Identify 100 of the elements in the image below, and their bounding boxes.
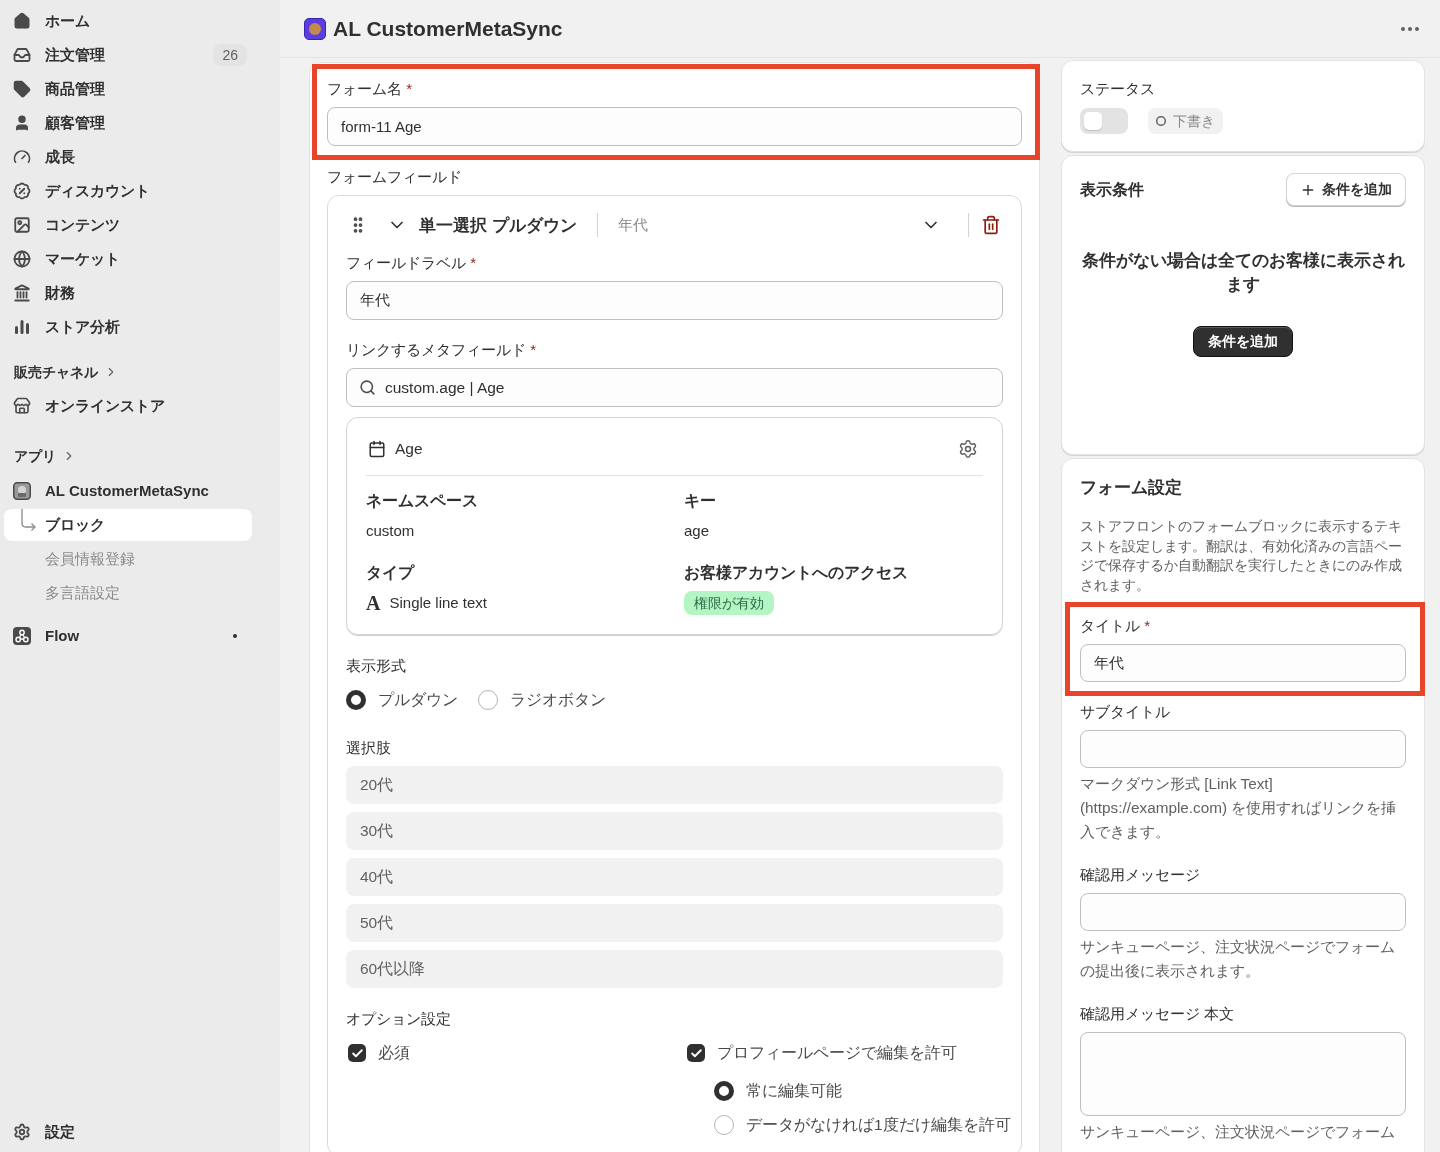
field-label: フォーム名 * — [327, 79, 413, 99]
detail-value: custom — [366, 520, 415, 541]
more-icon — [1401, 26, 1419, 31]
card-title: フォーム設定 — [1080, 477, 1183, 498]
radio-button[interactable] — [346, 690, 366, 710]
text-field[interactable]: 年代 — [1080, 644, 1406, 682]
field-label: フィールドラベル * — [346, 253, 477, 273]
nav-item[interactable]: オンラインストア — [4, 390, 252, 422]
access-badge: 権限が有効 — [684, 591, 774, 615]
field-label: 確認用メッセージ — [1080, 865, 1201, 885]
app-logo-icon — [304, 17, 326, 40]
flow-icon — [13, 627, 31, 645]
detail-value: age — [684, 520, 710, 541]
field-label: 選択肢 — [346, 738, 392, 758]
image-icon — [13, 216, 31, 234]
add-condition-button[interactable]: 条件を追加 — [1286, 173, 1406, 206]
count-badge: 26 — [213, 44, 247, 66]
textarea-field[interactable] — [1080, 1032, 1406, 1116]
app-icon — [13, 482, 31, 500]
text-field[interactable] — [1080, 730, 1406, 768]
card-description: ストアフロントのフォームブロックに表示するテキストを設定します。翻訳は、有効化済みの言語ページで保存するか自動翻訳を実行したときにのみ作成されます。 — [1080, 517, 1403, 595]
choice-field[interactable]: 60代以降 — [346, 950, 1003, 988]
trash-icon[interactable] — [981, 215, 1001, 235]
add-condition-button[interactable]: 条件を追加 — [1193, 326, 1293, 357]
settings-icon[interactable] — [958, 439, 978, 459]
empty-state-message: 条件がない場合は全てのお客様に表示されます — [1080, 250, 1406, 296]
calendar-icon — [368, 440, 386, 458]
radio-button[interactable] — [714, 1081, 734, 1101]
nav-item[interactable]: ブロック — [4, 509, 252, 541]
detail-label: お客様アカウントへのアクセス — [684, 563, 908, 583]
check-icon — [350, 1046, 364, 1060]
help-text: マークダウン形式 [Link Text] (https://example.com) を使用すればリンクを挿入できます。 — [1080, 774, 1398, 842]
nav-item[interactable]: 商品管理 — [4, 73, 252, 105]
field-label: タイトル * — [1080, 616, 1151, 636]
detail-label: タイプ — [366, 563, 414, 583]
choice-field[interactable]: 30代 — [346, 812, 1003, 850]
section-heading: フォームフィールド — [327, 167, 463, 187]
section-link[interactable]: 販売チャネル — [4, 358, 118, 386]
person-icon — [13, 114, 31, 132]
checkbox[interactable] — [687, 1044, 705, 1062]
nav-item[interactable]: Flow — [4, 620, 233, 652]
nav-item[interactable]: ストア分析 — [4, 311, 252, 343]
settings-icon — [13, 1123, 31, 1141]
field-label: 表示形式 — [346, 656, 407, 676]
bank-icon — [13, 284, 31, 302]
field-label: 確認用メッセージ 本文 — [1080, 1004, 1236, 1024]
status-text: 下書き — [1173, 111, 1215, 131]
gauge-icon — [13, 148, 31, 166]
search-icon — [359, 379, 376, 396]
nav-item[interactable]: ディスカウント — [4, 175, 252, 207]
radio-button[interactable] — [478, 690, 498, 710]
search-field[interactable]: custom.age | Age — [346, 368, 1003, 407]
tag-icon — [13, 80, 31, 98]
check-icon — [689, 1046, 703, 1060]
nav-item[interactable]: 注文管理 — [4, 39, 214, 71]
inbox-icon — [13, 46, 31, 64]
bar-chart-icon — [13, 318, 31, 336]
nav-item[interactable]: 財務 — [4, 277, 252, 309]
checkbox-label: 必須 — [378, 1043, 410, 1064]
home-icon — [13, 12, 31, 30]
radio-button[interactable] — [714, 1115, 734, 1135]
help-text: サンキューページ、注文状況ページでフォームの提出後に表示されます。 — [1080, 937, 1396, 981]
nav-item[interactable]: AL CustomerMetaSync — [4, 475, 252, 507]
globe-icon — [13, 250, 31, 268]
nav-item[interactable]: 顧客管理 — [4, 107, 252, 139]
text-type-icon: A — [366, 593, 381, 613]
field-summary: 年代 — [617, 214, 648, 235]
field-type-title: 単一選択 プルダウン — [419, 214, 577, 236]
detail-label: キー — [684, 491, 716, 511]
field-label: リンクするメタフィールド * — [346, 340, 537, 360]
radio-label: プルダウン — [378, 690, 458, 711]
field-label: サブタイトル — [1080, 702, 1171, 722]
detail-label: ネームスペース — [366, 491, 478, 511]
field-label: ステータス — [1080, 79, 1156, 99]
radio-label: 常に編集可能 — [746, 1081, 842, 1102]
choice-field[interactable]: 20代 — [346, 766, 1003, 804]
store-icon — [13, 397, 31, 415]
card-title: 表示条件 — [1080, 179, 1144, 200]
toggle-switch[interactable] — [1080, 108, 1128, 134]
field-label: オプション設定 — [346, 1009, 452, 1029]
nav-item[interactable]: マーケット — [4, 243, 252, 275]
checkbox-label: プロフィールページで編集を許可 — [717, 1043, 957, 1064]
checkbox[interactable] — [348, 1044, 366, 1062]
section-link[interactable]: アプリ — [4, 442, 76, 470]
help-text: サンキューページ、注文状況ページでフォーム — [1080, 1122, 1396, 1142]
nav-item[interactable]: ホーム — [4, 5, 252, 37]
radio-label: ラジオボタン — [510, 690, 606, 711]
detail-value: Single line text — [389, 592, 487, 613]
percent-badge-icon — [13, 182, 31, 200]
text-field[interactable]: 年代 — [346, 281, 1003, 320]
text-field[interactable]: form-11 Age — [327, 107, 1022, 146]
metafield-name: Age — [395, 439, 423, 460]
text-field[interactable] — [1080, 893, 1406, 931]
choice-field[interactable]: 40代 — [346, 858, 1003, 896]
nav-item[interactable]: 成長 — [4, 141, 252, 173]
nav-item[interactable]: コンテンツ — [4, 209, 252, 241]
choice-field[interactable]: 50代 — [346, 904, 1003, 942]
nav-item[interactable]: 設定 — [4, 1116, 252, 1148]
page-title: AL CustomerMetaSync — [333, 15, 563, 42]
radio-label: データがなければ1度だけ編集を許可 — [746, 1115, 1011, 1136]
